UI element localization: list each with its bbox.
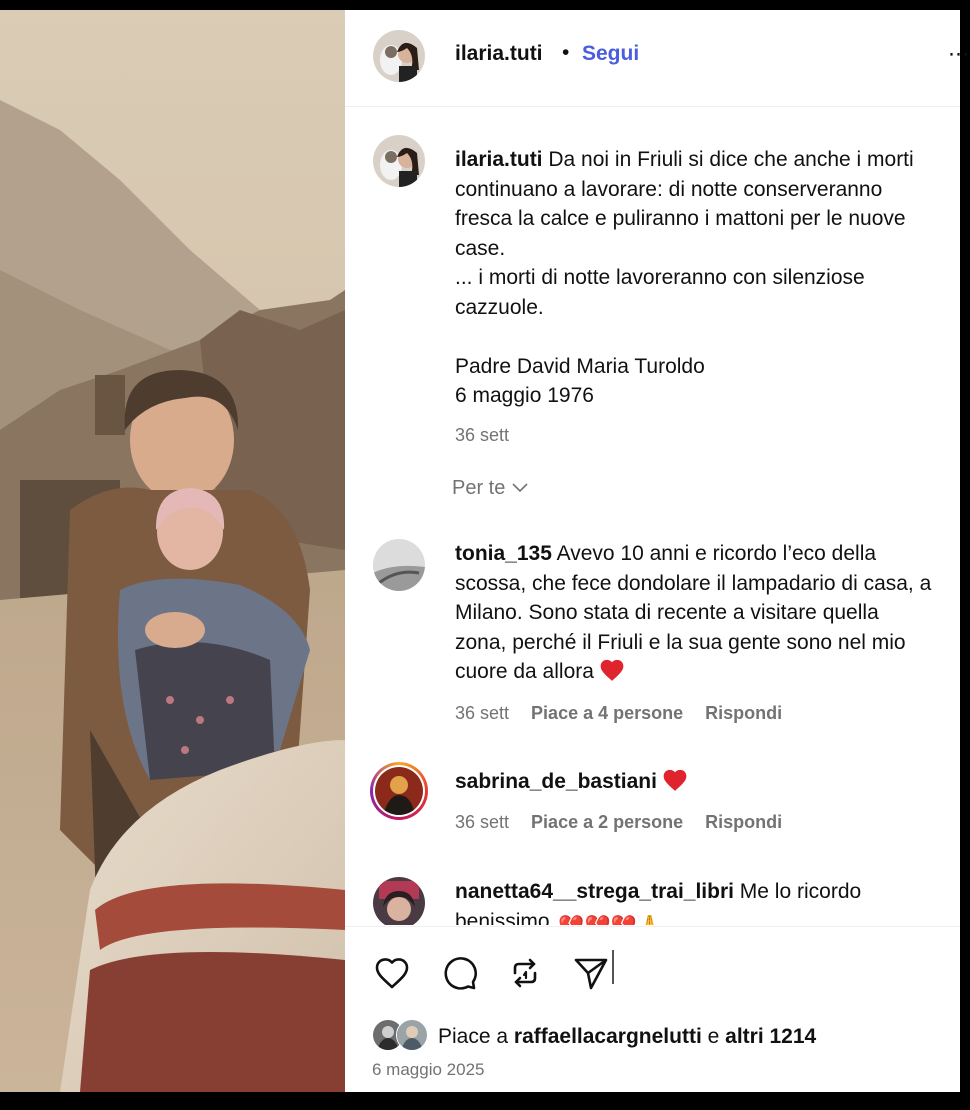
comment-time: 36 sett	[455, 703, 510, 723]
reply-button[interactable]: Rispondi	[705, 703, 782, 723]
comment-text: nanetta64__strega_trai_libri Me lo ricor…	[455, 877, 935, 925]
more-options-icon[interactable]: ⋯	[948, 42, 969, 67]
commenter-avatar[interactable]	[373, 539, 425, 591]
comment-username[interactable]: tonia_135	[455, 542, 552, 565]
liker-avatar	[396, 1019, 428, 1051]
caption-meta: 36 sett	[455, 425, 509, 446]
comment-username[interactable]: nanetta64__strega_trai_libri	[455, 880, 734, 903]
commenter-avatar[interactable]	[373, 877, 425, 925]
like-button[interactable]	[370, 951, 414, 995]
comment-text: sabrina_de_bastiani	[455, 767, 935, 801]
heart-icon	[375, 958, 409, 989]
comment-username[interactable]: sabrina_de_bastiani	[455, 770, 657, 793]
post-date: 6 maggio 2025	[372, 1060, 485, 1079]
likes-prefix: Piace a	[438, 1025, 514, 1048]
post-header: ilaria.tuti • Segui ⋯	[345, 10, 969, 107]
top-letterbox	[0, 0, 970, 10]
post-photo[interactable]	[0, 10, 345, 1092]
commenter-avatar	[375, 767, 423, 815]
caption-text: ilaria.tuti Da noi in Friuli si dice che…	[455, 145, 935, 411]
post-side-panel: ilaria.tuti • Segui ⋯ ilaria.tuti Da noi…	[345, 10, 969, 1093]
likes-middle: e	[701, 1025, 726, 1048]
others-likes-link[interactable]: altri 1214	[725, 1025, 816, 1048]
post-modal: ilaria.tuti • Segui ⋯ ilaria.tuti Da noi…	[0, 10, 969, 1093]
comment-button[interactable]	[437, 951, 481, 995]
likers-avatars	[372, 1019, 430, 1051]
red-heart-emoji	[598, 657, 626, 691]
scrollbar[interactable]	[612, 950, 614, 984]
author-avatar[interactable]	[373, 30, 425, 82]
post-actions-bar: Piace a raffaellacargnelutti e altri 121…	[345, 926, 960, 1093]
comment-time: 36 sett	[455, 812, 510, 832]
follow-button[interactable]: Segui	[582, 42, 639, 66]
caption-body: Da noi in Friuli si dice che anche i mor…	[455, 148, 914, 407]
comment-icon	[444, 957, 478, 990]
story-ring[interactable]	[370, 762, 428, 820]
caption-author-avatar[interactable]	[373, 135, 425, 187]
liker-username-link[interactable]: raffaellacargnelutti	[514, 1025, 702, 1048]
comment-likes-link[interactable]: Piace a 4 persone	[531, 703, 683, 723]
bottom-letterbox	[0, 1092, 970, 1110]
comment-meta: 36 sett Piace a 4 persone Rispondi	[455, 703, 782, 724]
comment-sort-dropdown[interactable]: Per te	[452, 477, 529, 500]
chevron-down-icon	[511, 477, 529, 500]
red-heart-emoji	[661, 767, 689, 801]
reply-button[interactable]: Rispondi	[705, 812, 782, 832]
repost-icon	[513, 958, 537, 988]
author-username[interactable]: ilaria.tuti	[455, 42, 543, 66]
comment-meta: 36 sett Piace a 2 persone Rispondi	[455, 812, 782, 833]
caption-time: 36 sett	[455, 425, 510, 445]
broken-heart-emojis: 💔💔💔🙏	[558, 912, 663, 926]
repost-button[interactable]	[503, 951, 547, 995]
comments-scroll-area[interactable]: ilaria.tuti Da noi in Friuli si dice che…	[345, 107, 960, 925]
sort-label: Per te	[452, 477, 506, 499]
likes-summary[interactable]: Piace a raffaellacargnelutti e altri 121…	[372, 1019, 816, 1051]
separator-dot: •	[562, 41, 570, 64]
share-button[interactable]	[569, 951, 613, 995]
comment-likes-link[interactable]: Piace a 2 persone	[531, 812, 683, 832]
caption-username[interactable]: ilaria.tuti	[455, 148, 543, 171]
share-icon	[574, 958, 608, 990]
comment-text: tonia_135 Avevo 10 anni e ricordo l’eco …	[455, 539, 935, 691]
